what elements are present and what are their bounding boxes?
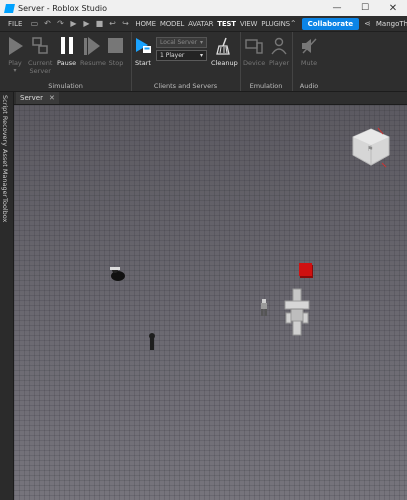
window-title: Server - Roblox Studio — [18, 3, 108, 13]
pause-button[interactable]: Pause — [57, 37, 76, 67]
title-bar: Server - Roblox Studio — ☐ ✕ — [0, 0, 407, 16]
ribbon: Play ▾ Current Server Pause Resume Stop … — [0, 32, 407, 92]
quick-access-toolbar: ▭ ↶ ↷ ▶ ▶ ■ ↩ ↪ — [30, 19, 129, 28]
resume-button[interactable]: Resume — [80, 37, 106, 67]
menu-bar: FILE ▭ ↶ ↷ ▶ ▶ ■ ↩ ↪ HOME MODEL AVATAR T… — [0, 16, 407, 32]
grey-structure[interactable] — [282, 287, 312, 339]
ribbon-tabs: HOME MODEL AVATAR TEST VIEW PLUGINS — [135, 20, 290, 28]
cleanup-button[interactable]: Cleanup — [211, 37, 238, 67]
emulation-group-label: Emulation — [249, 82, 283, 90]
file-menu[interactable]: FILE — [8, 20, 22, 28]
emulation-group: Device Player Emulation — [240, 32, 293, 91]
tab-asset-manager[interactable]: Asset Manager — [1, 149, 9, 197]
start-button[interactable]: Start — [134, 37, 152, 67]
tab-view[interactable]: VIEW — [240, 20, 258, 28]
player-button[interactable]: Player — [269, 37, 289, 67]
character-shadow — [149, 333, 155, 350]
mute-button[interactable]: Mute — [300, 37, 318, 67]
client-server-icon — [31, 37, 49, 55]
tab-plugins[interactable]: PLUGINS — [261, 20, 290, 28]
broom-icon — [215, 37, 233, 55]
collaborate-button[interactable]: Collaborate — [301, 17, 360, 30]
run-icon[interactable]: ▶ — [82, 19, 90, 28]
play-button[interactable]: Play ▾ — [6, 37, 24, 75]
redo-icon[interactable]: ↷ — [56, 19, 64, 28]
chevron-down-icon: ▾ — [13, 67, 17, 74]
close-icon[interactable]: ✕ — [49, 92, 55, 104]
red-part[interactable] — [299, 263, 312, 276]
back-icon[interactable]: ↩ — [108, 19, 116, 28]
audio-group-label: Audio — [299, 82, 319, 90]
tab-avatar[interactable]: AVATAR — [188, 20, 213, 28]
tab-model[interactable]: MODEL — [160, 20, 184, 28]
chevron-down-icon: ▾ — [199, 52, 203, 59]
left-dock: Script Recovery Asset Manager Toolbox — [0, 92, 14, 500]
pause-icon — [58, 37, 76, 55]
chevron-up-icon[interactable]: ⌃ — [290, 19, 297, 28]
clients-servers-group-label: Clients and Servers — [153, 82, 218, 90]
document-tab-strip: Server ✕ — [14, 92, 407, 105]
undo-icon[interactable]: ↶ — [43, 19, 51, 28]
clients-servers-group: Start Local Server ▾ 1 Player ▾ Cleanup … — [131, 32, 241, 91]
username-menu[interactable]: MangoTheLeo — [376, 20, 407, 28]
forward-icon[interactable]: ↪ — [121, 19, 129, 28]
play-icon — [6, 37, 24, 55]
device-button[interactable]: Device — [243, 37, 265, 67]
current-server-button[interactable]: Current Server — [28, 37, 52, 75]
small-character[interactable] — [259, 298, 269, 320]
save-icon[interactable]: ▭ — [30, 19, 39, 28]
device-icon — [245, 37, 263, 55]
start-server-icon — [134, 37, 152, 55]
tab-script-recovery[interactable]: Script Recovery — [1, 95, 9, 146]
minimize-button[interactable]: — — [323, 0, 351, 16]
player-icon — [270, 37, 288, 55]
tab-home[interactable]: HOME — [135, 20, 156, 28]
stop-icon — [107, 37, 125, 55]
tab-toolbox[interactable]: Toolbox — [1, 198, 9, 222]
svg-text:⚑: ⚑ — [367, 145, 373, 153]
3d-viewport[interactable]: ⚑ — [14, 105, 407, 500]
simulation-group: Play ▾ Current Server Pause Resume Stop … — [0, 32, 132, 91]
speaker-mute-icon — [300, 37, 318, 55]
audio-group: Mute Audio — [292, 32, 326, 91]
chevron-down-icon: ▾ — [199, 39, 203, 46]
player-count-select[interactable]: 1 Player ▾ — [156, 50, 207, 61]
stop-button[interactable]: Stop — [107, 37, 125, 67]
dark-object[interactable] — [107, 263, 129, 283]
play-icon[interactable]: ▶ — [69, 19, 77, 28]
roblox-studio-icon — [4, 3, 15, 13]
view-cube-gizmo[interactable]: ⚑ — [349, 127, 393, 169]
tab-server[interactable]: Server ✕ — [16, 92, 59, 104]
stop-icon[interactable]: ■ — [95, 19, 104, 28]
resume-icon — [84, 37, 102, 55]
tab-test[interactable]: TEST — [217, 20, 236, 28]
maximize-button[interactable]: ☐ — [351, 0, 379, 16]
share-icon[interactable]: ⋖ — [364, 19, 371, 28]
close-button[interactable]: ✕ — [379, 0, 407, 16]
simulation-group-label: Simulation — [48, 82, 83, 90]
menu-right: ⌃ Collaborate ⋖ MangoTheLeo — [290, 17, 407, 30]
server-mode-select[interactable]: Local Server ▾ — [156, 37, 207, 48]
